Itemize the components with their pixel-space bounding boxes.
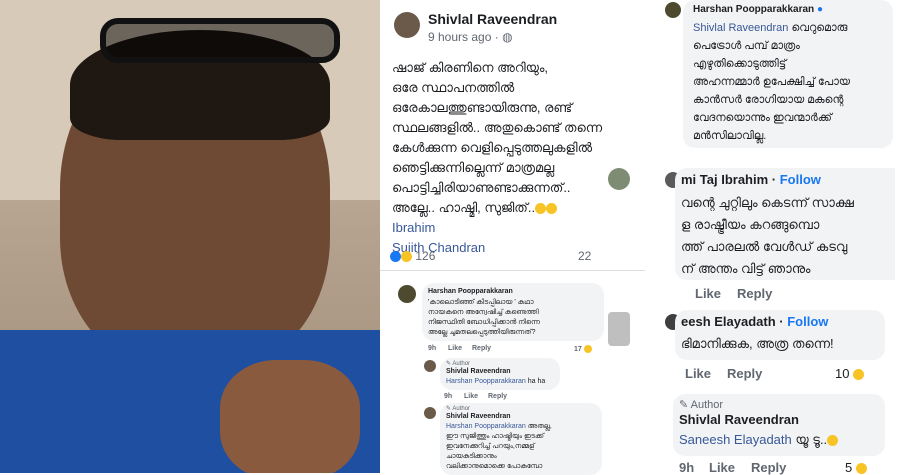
hand xyxy=(220,360,360,473)
author-avatar[interactable] xyxy=(424,407,436,419)
follow-link[interactable]: Follow xyxy=(787,314,828,329)
comment-count[interactable]: 22 xyxy=(578,249,591,263)
smile-emoji-icon xyxy=(535,203,547,215)
comment-bubble: ✎ Author Shivlal Raveendran Harshan Poop… xyxy=(440,403,602,475)
post-line: കേൾക്കുന്ന വെളിപ്പെടുത്തലുകളിൽ xyxy=(392,140,593,155)
haha-reaction-icon xyxy=(583,345,592,353)
post-line: ഒരേകാലത്തുണ്ടായിരുന്നു, രണ്ട് xyxy=(392,100,573,115)
comment-author[interactable]: Shivlal Raveendran xyxy=(446,367,511,377)
comment-author[interactable]: eesh Elayadath · Follow xyxy=(681,314,828,329)
comment-bubble: ✎ Author Shivlal Raveendran Harshan Poop… xyxy=(440,358,560,390)
post-line: അല്ലേ.. ഹാഷ്മി, സുജിത്.. xyxy=(392,198,604,218)
comment-bubble: ✎ Author Shivlal Raveendran Saneesh Elay… xyxy=(673,394,885,456)
reaction-count[interactable]: 126 xyxy=(390,249,435,263)
comment-text: Harshan Poopparakkaran അതല്ല, ഈ സുജിത്തു… xyxy=(446,423,552,470)
reply-link[interactable]: Reply xyxy=(727,366,762,381)
verified-icon: ● xyxy=(816,4,823,15)
follow-link[interactable]: Follow xyxy=(780,172,821,187)
post-line: സ്ഥലങ്ങളിൽ.. അതുകൊണ്ട് തന്നെ xyxy=(392,120,603,135)
tag-link[interactable]: Ibrahim xyxy=(392,218,604,238)
smile-emoji-icon xyxy=(546,203,558,215)
comment-bubble: Harshan Poopparakkaran ● Shivlal Raveend… xyxy=(683,0,893,148)
post-line: ഷാജ് കിരണിനെ അറിയും, xyxy=(392,60,549,75)
comment-bubble: mi Taj Ibrahim · Follow വന്റെ ചുറ്റിലും … xyxy=(675,168,895,280)
comment-text: Saneesh Elayadath യൂ ടൂ.. xyxy=(679,432,839,448)
reply-link[interactable]: Reply xyxy=(472,345,491,352)
comment-text: ഭിമാനിക്കുക, അത്ര തന്നെ! xyxy=(681,336,834,351)
like-link[interactable]: Like xyxy=(464,393,478,400)
sunglasses xyxy=(100,18,340,63)
haha-reaction-icon xyxy=(401,251,412,263)
comments-panel: Harshan Poopparakkaran ● Shivlal Raveend… xyxy=(645,0,900,475)
comment-text: Harshan Poopparakkaran ha ha xyxy=(446,378,546,385)
comment-text: വന്റെ ചുറ്റിലും കെടന്ന് സാക്ഷ ള രാഷ്ട്രീ… xyxy=(681,195,854,276)
like-link[interactable]: Like xyxy=(448,345,462,352)
comment-text: 'കാലൊടിഞ്ഞ് കിടപ്പിലായ ' കഥാ നായകനെ അന്വ… xyxy=(428,299,540,336)
post-line: ഞെട്ടിക്കുന്നില്ലെന്ന് മാത്രമല്ല xyxy=(392,160,555,175)
globe-icon: ◍ xyxy=(502,30,513,44)
post-panel: Shivlal Raveendran 9 hours ago · ◍ ഷാജ് … xyxy=(380,0,645,475)
reply-link[interactable]: Reply xyxy=(488,393,507,400)
comment-author[interactable]: mi Taj Ibrahim · Follow xyxy=(681,172,821,187)
comment-author[interactable]: Shivlal Raveendran xyxy=(446,412,511,422)
comment-author[interactable]: Harshan Poopparakkaran xyxy=(428,287,513,297)
post-line: പൊട്ടിച്ചിരിയാണുണ്ടാക്കുന്നത്.. xyxy=(392,180,571,195)
comment-text: Shivlal Raveendran വെറുമൊരു പെട്രോൾ പമ്പ… xyxy=(693,22,851,142)
like-reaction-icon xyxy=(390,251,401,263)
commenter-avatar[interactable] xyxy=(398,285,416,303)
comment-bubble: eesh Elayadath · Follow ഭിമാനിക്കുക, അത്… xyxy=(675,310,885,360)
comment-reaction-count[interactable]: 10 xyxy=(835,366,865,381)
like-link[interactable]: Like xyxy=(685,366,711,381)
divider xyxy=(380,270,645,271)
haha-emoji-icon xyxy=(827,435,839,447)
reply-link[interactable]: Reply xyxy=(737,286,772,301)
comment-author[interactable]: Harshan Poopparakkaran ● xyxy=(693,4,823,15)
profile-photo xyxy=(0,0,380,473)
tagged-avatar[interactable] xyxy=(608,168,630,190)
post-line: ഒരേ സ്ഥാപനത്തിൽ xyxy=(392,80,515,95)
post-author[interactable]: Shivlal Raveendran xyxy=(428,11,557,27)
comment-bubble: Harshan Poopparakkaran 'കാലൊടിഞ്ഞ് കിടപ്… xyxy=(422,283,604,341)
author-avatar[interactable] xyxy=(424,360,436,372)
post-body: ഷാജ് കിരണിനെ അറിയും, ഒരേ സ്ഥാപനത്തിൽ ഒരേ… xyxy=(392,58,604,258)
haha-reaction-icon xyxy=(853,369,865,381)
comment-reaction-count[interactable]: 17 xyxy=(574,345,592,353)
comment-author[interactable]: Shivlal Raveendran xyxy=(679,412,799,427)
author-badge: ✎ Author xyxy=(679,399,724,411)
author-avatar[interactable] xyxy=(394,12,420,38)
side-thumbnail[interactable] xyxy=(608,312,630,346)
comment-time[interactable]: 9h xyxy=(428,345,436,352)
like-link[interactable]: Like xyxy=(695,286,721,301)
commenter-avatar[interactable] xyxy=(665,2,681,18)
comment-time[interactable]: 9h xyxy=(444,393,452,400)
haha-reaction-icon xyxy=(855,463,867,475)
post-time[interactable]: 9 hours ago · ◍ xyxy=(428,30,513,44)
